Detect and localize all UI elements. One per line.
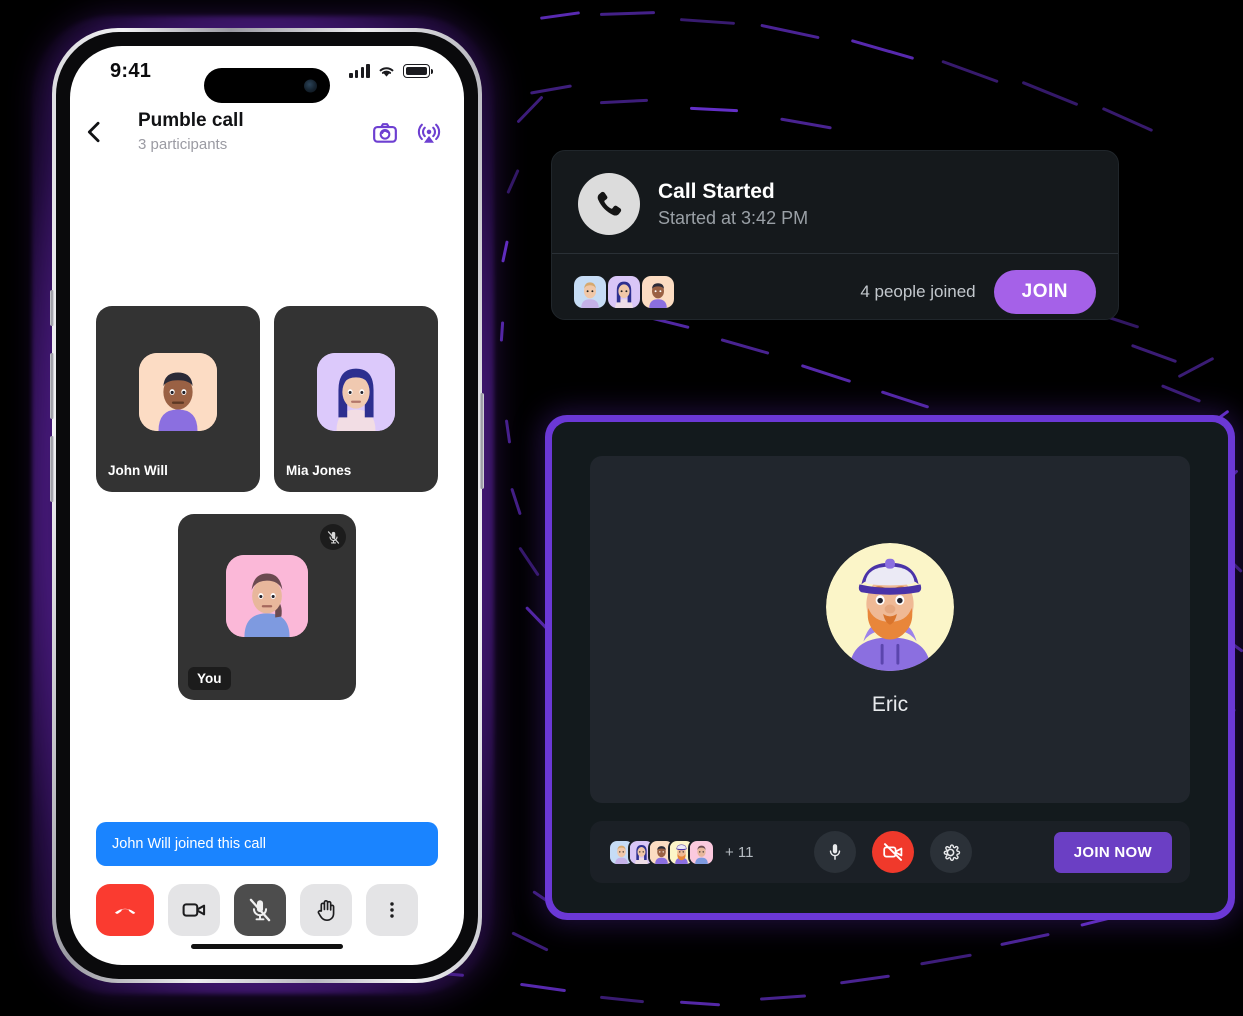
avatar bbox=[688, 839, 715, 866]
microphone-muted-icon bbox=[247, 897, 273, 923]
participant-tile[interactable]: John Will bbox=[96, 306, 260, 492]
airplay-cast-icon[interactable] bbox=[416, 120, 442, 146]
camera-flip-icon[interactable] bbox=[372, 120, 398, 146]
status-icons bbox=[349, 64, 430, 78]
avatar bbox=[642, 276, 674, 308]
participant-tile[interactable]: Mia Jones bbox=[274, 306, 438, 492]
avatar bbox=[317, 353, 395, 431]
camera-toggle-button[interactable] bbox=[872, 831, 914, 873]
phone-volume-up-button[interactable] bbox=[50, 353, 54, 419]
participant-name: You bbox=[188, 667, 231, 690]
status-bar: 9:41 bbox=[70, 46, 464, 104]
video-camera-icon bbox=[181, 897, 207, 923]
phone-power-button[interactable] bbox=[480, 393, 484, 489]
phone-hangup-icon bbox=[111, 896, 139, 924]
cellular-signal-icon bbox=[349, 64, 370, 78]
camera-button[interactable] bbox=[168, 884, 220, 936]
microphone-icon bbox=[825, 842, 845, 862]
call-card-title: Call Started bbox=[658, 180, 808, 204]
screenshot-root: 9:41 Pumble call 3 participants John Wil… bbox=[0, 0, 1243, 1016]
dynamic-island bbox=[204, 68, 330, 103]
call-card-footer: 4 people joined JOIN bbox=[552, 254, 1118, 320]
video-camera-off-icon bbox=[882, 841, 904, 863]
raised-hand-icon bbox=[314, 898, 339, 923]
phone-call-icon bbox=[578, 173, 640, 235]
back-chevron-icon[interactable] bbox=[80, 118, 108, 146]
media-controls bbox=[814, 831, 972, 873]
home-indicator bbox=[191, 944, 343, 950]
phone-mockup: 9:41 Pumble call 3 participants John Wil… bbox=[18, 8, 508, 1008]
avatar bbox=[826, 543, 954, 671]
more-vertical-icon bbox=[381, 899, 403, 921]
video-preview-panel: Eric bbox=[590, 456, 1190, 803]
participant-name: Mia Jones bbox=[286, 463, 351, 478]
avatar bbox=[139, 353, 217, 431]
overflow-count: + 11 bbox=[725, 844, 754, 861]
preview-participant-name: Eric bbox=[872, 693, 908, 717]
battery-icon bbox=[403, 64, 430, 78]
join-notification-banner: John Will joined this call bbox=[96, 822, 438, 866]
call-header: Pumble call 3 participants bbox=[70, 104, 464, 168]
gear-icon bbox=[940, 842, 961, 863]
call-toolbar bbox=[70, 866, 464, 936]
mic-button[interactable] bbox=[234, 884, 286, 936]
desktop-call-window: Eric + 11 JOIN NOW bbox=[545, 415, 1235, 920]
call-started-card: Call Started Started at 3:42 PM 4 people… bbox=[551, 150, 1119, 320]
end-call-button[interactable] bbox=[96, 884, 154, 936]
join-now-button[interactable]: JOIN NOW bbox=[1054, 832, 1172, 873]
raise-hand-button[interactable] bbox=[300, 884, 352, 936]
banner-text: John Will joined this call bbox=[112, 836, 266, 852]
joined-count-label: 4 people joined bbox=[860, 282, 975, 302]
mic-toggle-button[interactable] bbox=[814, 831, 856, 873]
participant-grid: John Will Mia Jones You bbox=[70, 306, 464, 700]
call-card-subtitle: Started at 3:42 PM bbox=[658, 208, 808, 229]
header-actions bbox=[372, 120, 442, 146]
join-button[interactable]: JOIN bbox=[994, 270, 1096, 314]
avatar bbox=[226, 555, 308, 637]
avatar bbox=[608, 276, 640, 308]
joined-avatars bbox=[574, 276, 676, 308]
avatar bbox=[574, 276, 606, 308]
participant-tile-self[interactable]: You bbox=[178, 514, 356, 700]
desktop-window-body: Eric + 11 JOIN NOW bbox=[552, 422, 1228, 913]
phone-mute-switch[interactable] bbox=[50, 290, 54, 326]
wifi-icon bbox=[377, 64, 396, 78]
phone-screen: 9:41 Pumble call 3 participants John Wil… bbox=[70, 46, 464, 965]
desktop-control-bar: + 11 JOIN NOW bbox=[590, 821, 1190, 883]
settings-button[interactable] bbox=[930, 831, 972, 873]
participant-name: John Will bbox=[108, 463, 168, 478]
status-time: 9:41 bbox=[110, 60, 151, 83]
microphone-muted-icon bbox=[320, 524, 346, 550]
more-options-button[interactable] bbox=[366, 884, 418, 936]
front-camera-icon bbox=[304, 79, 317, 92]
phone-volume-down-button[interactable] bbox=[50, 436, 54, 502]
participant-avatars bbox=[608, 839, 715, 866]
call-card-header: Call Started Started at 3:42 PM bbox=[552, 151, 1118, 253]
